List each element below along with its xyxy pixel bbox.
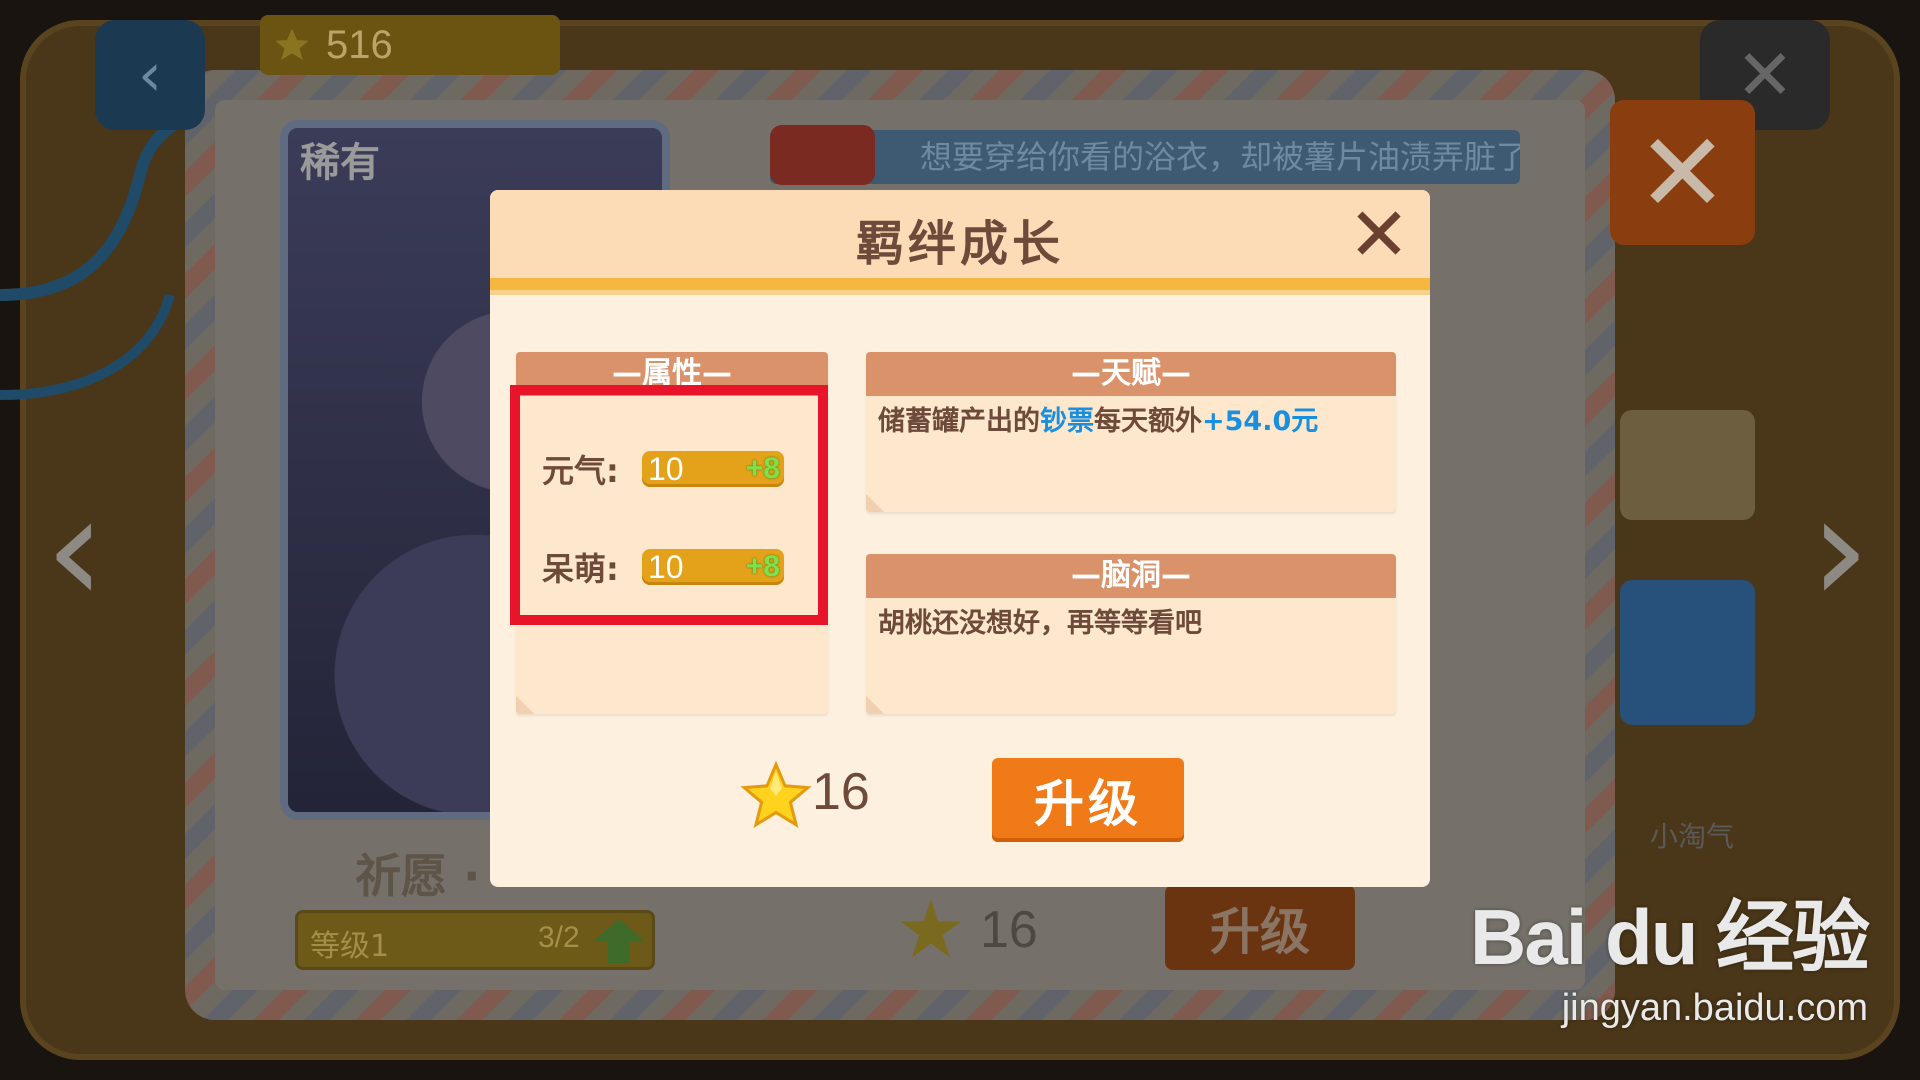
watermark-logo: Bai du 经验 [1470, 893, 1870, 981]
panel-close-button[interactable]: ✕ [1610, 100, 1755, 245]
dialog-header-divider-light [490, 290, 1430, 295]
talent-text: 每天额外 [1094, 406, 1202, 437]
talent-highlight-amount: +54.0元 [1202, 406, 1319, 437]
level-bar: 等级1 3/2 [295, 910, 655, 970]
star-count: 516 [326, 22, 393, 67]
story-strip: 想要穿给你看的浴衣，却被薯片油渍弄脏了 [770, 130, 1520, 184]
page-fold [516, 696, 534, 714]
brain-header: —脑洞— [866, 554, 1396, 598]
red-highlight-box [510, 385, 828, 625]
level-up-arrow-icon [594, 919, 644, 963]
letter-menu-button[interactable] [1620, 410, 1755, 520]
upgrade-button[interactable]: 升级 [992, 758, 1184, 842]
talent-text: 储蓄罐产出的 [878, 406, 1040, 437]
background-upgrade-button: 升级 [1165, 885, 1355, 970]
brain-panel: —脑洞— 胡桃还没想好，再等等看吧 [866, 554, 1396, 714]
side-character-name: 小淘气 [1650, 820, 1735, 853]
character-name: 祈愿 · [355, 849, 481, 903]
video-button[interactable] [1620, 580, 1755, 725]
page-fold [866, 494, 884, 512]
page-fold [866, 696, 884, 714]
next-arrow-icon[interactable]: › [1810, 470, 1890, 630]
dialog-header-divider [490, 278, 1430, 290]
talent-highlight-currency: 钞票 [1040, 406, 1094, 437]
background-star-icon: ★ [895, 883, 967, 976]
talent-panel: —天赋— 储蓄罐产出的钞票每天额外+54.0元 [866, 352, 1396, 512]
dialog-close-button[interactable]: ✕ [1346, 198, 1412, 272]
dialog-title: 羁绊成长 [855, 216, 1064, 272]
background-star-cost: 16 [980, 901, 1038, 959]
level-label: 等级1 [310, 929, 390, 964]
watermark-url: jingyan.baidu.com [1561, 987, 1869, 1029]
prev-arrow-icon[interactable]: ‹ [45, 470, 125, 630]
star-currency-chip: 516 [260, 15, 560, 75]
baidu-watermark: Bai du 经验 jingyan.baidu.com [1470, 875, 1870, 1030]
talent-header: —天赋— [866, 352, 1396, 396]
star-icon [275, 28, 309, 60]
chevron-left-icon: ‹ [138, 40, 162, 110]
star-cost: 16 [812, 763, 870, 821]
brain-description: 胡桃还没想好，再等等看吧 [878, 608, 1202, 639]
talent-description: 储蓄罐产出的钞票每天额外+54.0元 [878, 404, 1386, 440]
cassette-icon [770, 125, 875, 185]
close-icon: ✕ [1636, 108, 1729, 237]
star-icon [740, 760, 812, 829]
back-button[interactable]: ‹ [95, 20, 205, 130]
level-progress: 3/2 [538, 921, 580, 954]
close-icon: ✕ [1347, 192, 1410, 278]
rarity-label: 稀有 [300, 140, 380, 186]
